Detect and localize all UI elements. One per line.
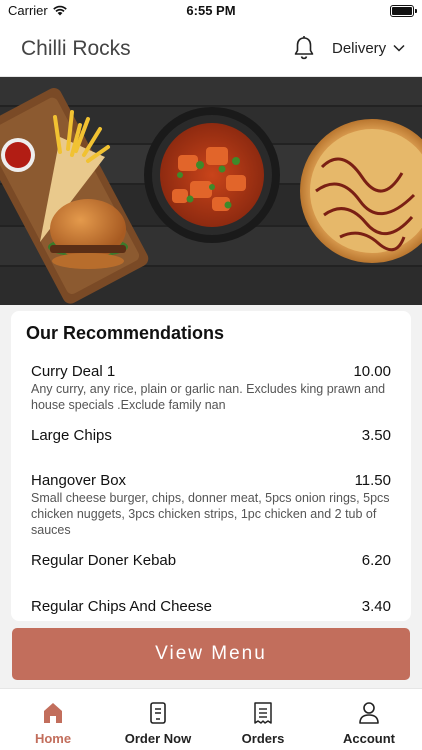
restaurant-title: Chilli Rocks <box>21 37 131 60</box>
view-menu-button[interactable]: View Menu <box>12 628 410 680</box>
user-icon <box>359 702 379 724</box>
order-icon <box>150 702 166 724</box>
item-price: 10.00 <box>353 363 391 380</box>
tab-label: Home <box>34 731 72 746</box>
status-time: 6:55 PM <box>186 3 236 18</box>
item-description: Small cheese burger, chips, donner meat,… <box>31 491 390 537</box>
item-name: Regular Chips And Cheese <box>31 598 212 615</box>
home-icon <box>44 703 62 723</box>
menu-item[interactable]: Large Chips 3.50 <box>31 427 391 444</box>
delivery-selector[interactable]: Delivery <box>332 40 386 57</box>
item-price: 6.20 <box>361 552 391 569</box>
item-name: Large Chips <box>31 427 112 444</box>
tab-label: Account <box>343 731 395 746</box>
app-header: Chilli Rocks Delivery <box>0 22 422 77</box>
menu-item[interactable]: Regular Doner Kebab 6.20 <box>31 552 391 569</box>
tab-account[interactable]: Account <box>324 689 414 750</box>
item-description: Any curry, any rice, plain or garlic nan… <box>31 382 386 412</box>
item-name: Regular Doner Kebab <box>31 552 177 569</box>
tab-orders[interactable]: Orders <box>218 689 308 750</box>
item-name: Curry Deal 1 <box>31 363 116 380</box>
tab-order-now[interactable]: Order Now <box>113 689 203 750</box>
item-name: Hangover Box <box>31 472 127 489</box>
item-price: 11.50 <box>354 472 391 489</box>
hero-food-image <box>0 77 422 305</box>
tab-label: Orders <box>241 731 285 746</box>
recommendations-card: Our Recommendations Curry Deal 1 10.00 A… <box>11 311 411 621</box>
menu-item[interactable]: Hangover Box 11.50 Small cheese burger, … <box>31 472 391 538</box>
battery-icon <box>390 5 417 17</box>
status-bar: Carrier 6:55 PM <box>0 0 422 22</box>
item-price: 3.50 <box>361 427 391 444</box>
tab-home[interactable]: Home <box>8 689 98 750</box>
bottom-tab-bar: Home Order Now Orders Account <box>0 688 422 750</box>
menu-item[interactable]: Curry Deal 1 10.00 Any curry, any rice, … <box>31 363 391 413</box>
item-price: 3.40 <box>361 598 391 615</box>
bell-icon[interactable] <box>292 35 316 61</box>
recommendations-title: Our Recommendations <box>26 323 225 343</box>
chevron-down-icon[interactable] <box>393 44 405 52</box>
receipt-icon <box>254 702 272 724</box>
menu-item[interactable]: Regular Chips And Cheese 3.40 <box>31 598 391 615</box>
tab-label: Order Now <box>124 731 192 746</box>
